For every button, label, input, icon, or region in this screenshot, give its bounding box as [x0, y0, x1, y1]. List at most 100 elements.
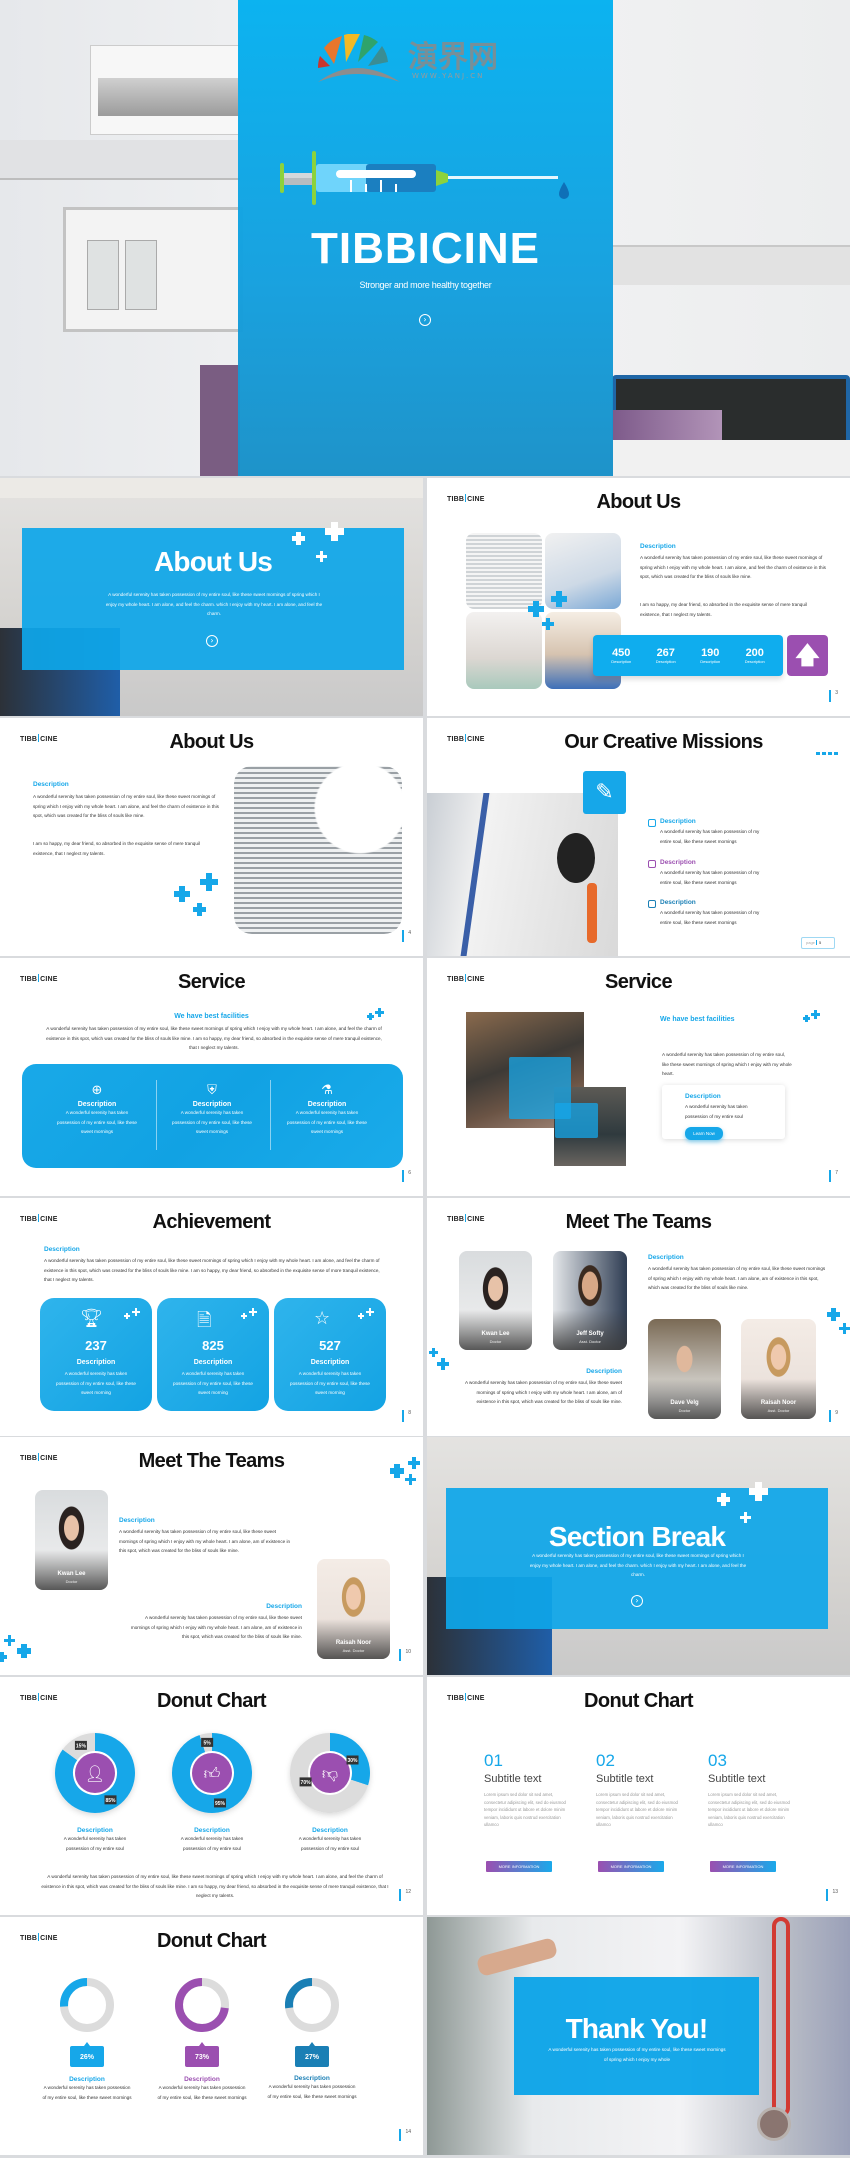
achievement-card: 🏆︎ 237 Description A wonderful serenity … [40, 1298, 152, 1411]
ring-value-arc [285, 1978, 313, 2009]
trophy-icon: 🏆︎ [80, 1308, 103, 1329]
subtitle: We have best facilities [660, 1016, 735, 1023]
plus-icon [437, 1358, 449, 1370]
donut-description: Description A wonderful serenity has take… [63, 1827, 127, 1851]
presentation-title: TIBBICINE [311, 224, 540, 273]
blue-overlay [555, 1103, 598, 1138]
plus-icon [249, 1308, 257, 1316]
hero-body: A wonderful serenity has taken possessio… [105, 592, 323, 616]
plus-icon [528, 601, 544, 617]
plus-icon [408, 1457, 420, 1469]
plus-icon [542, 618, 554, 630]
plus-icon [827, 1308, 840, 1321]
team-member-card: Dave Velg Doctor [648, 1319, 721, 1419]
more-information-button[interactable]: MORE INFORMATION [598, 1861, 664, 1872]
slide-about-stats: TIBB CINE About Us Description A wonderfu… [427, 478, 850, 716]
stat-item: 267 Description [655, 647, 676, 664]
plus-icon [292, 532, 305, 545]
flask-icon: ⚗ [321, 1083, 333, 1098]
badge-pointer [309, 2042, 315, 2046]
more-information-button[interactable]: MORE INFORMATION [710, 1861, 776, 1872]
chevron-right-circle-icon[interactable]: › [631, 1595, 643, 1607]
plus-icon [429, 1348, 438, 1357]
info-card: Description A wonderful serenity has tak… [662, 1085, 785, 1139]
doctor-photo [427, 793, 618, 956]
info-column: 01 Subtitle text Lorem ipsum sed dolor s… [484, 1751, 566, 1827]
achievement-card: 🗎 825 Description A wonderful serenity h… [157, 1298, 269, 1411]
plus-icon [749, 1482, 768, 1501]
more-information-button[interactable]: MORE INFORMATION [486, 1861, 552, 1872]
slide-title: Donut Chart [584, 1690, 694, 1712]
chevron-right-circle-icon[interactable]: › [206, 635, 218, 647]
minus-box-icon [648, 819, 656, 827]
team-member-card: Raisah Noor Asst. Doctor [317, 1559, 390, 1659]
plus-icon [325, 522, 344, 541]
document-icon: 🗎 [197, 1310, 212, 1331]
plus-icon [811, 1010, 820, 1019]
plus-icon [839, 1323, 850, 1334]
dots-decoration [816, 752, 838, 755]
user-icon: 👤︎ [85, 1764, 105, 1783]
syringe-icon [280, 151, 569, 205]
slide-teams-2: TIBB CINE Meet The Teams Kwan Lee Doctor D… [0, 1437, 423, 1675]
description-heading-2: Description [266, 1603, 302, 1610]
ring-description: Description A wonderful serenity has take… [267, 2075, 357, 2099]
subtitle: We have best facilities [174, 1013, 249, 1020]
plus-icon [174, 886, 190, 902]
plus-icon [803, 1015, 810, 1022]
title-slide: 演界网 WWW.YANJ.CN TIBBICINE Stronger and m… [0, 0, 850, 476]
description-heading: Description [640, 543, 676, 550]
body-text: A wonderful serenity has taken possessio… [46, 1026, 382, 1050]
stat-item: 200 Description [744, 647, 765, 664]
slide-service-2: TIBB CINE Service We have best facilities… [427, 958, 850, 1196]
slide-donut-2: TIBB CINE Donut Chart 01 Subtitle text Lo… [427, 1677, 850, 1915]
page-number: 12 [399, 1889, 411, 1901]
logo-url-text: WWW.YANJ.CN [412, 72, 485, 80]
stats-bar: 450 Description 267 Description 190 Descrip… [593, 635, 783, 676]
feature-item: ⊕ Description A wonderful serenity has t… [48, 1083, 146, 1137]
logo-mark-icon [317, 34, 400, 82]
plus-icon [0, 1652, 7, 1662]
star-icon: ☆ [314, 1308, 331, 1329]
slide-donut-1: TIBB CINE Donut Chart 👤︎ 85% 15% 👍︎ 95% 5% 👎︎ 30… [0, 1677, 423, 1915]
ring-value-label: 73% [195, 2054, 210, 2061]
description-text-2: I am so happy, my dear friend, so absorb… [640, 602, 807, 617]
plus-icon [367, 1013, 374, 1020]
description-text: A wonderful serenity has taken possessio… [648, 1266, 826, 1290]
slide-service-1: TIBB CINE Service We have best facilities… [0, 958, 423, 1196]
donut-remainder-label: 5% [204, 1740, 212, 1746]
page-number: 4 [402, 930, 411, 942]
description-text: A wonderful serenity has taken possessio… [640, 555, 826, 579]
plus-icon [551, 591, 567, 607]
ring-chart-group: 26% 73% 27% [60, 1978, 339, 2067]
feature-item: ⚗ Description A wonderful serenity has t… [278, 1083, 376, 1137]
learn-now-button[interactable]: Learn Now [685, 1127, 723, 1140]
slide-title: About Us [596, 491, 681, 513]
slide-title: Service [178, 971, 246, 993]
arrow-up-button[interactable]: 🡅 [787, 635, 828, 676]
building-photo [466, 533, 542, 609]
plus-icon [193, 903, 206, 916]
plus-icon [390, 1464, 404, 1478]
description-text-2: I am so happy, my dear friend, so absorb… [33, 841, 200, 856]
ring-value-label: 26% [80, 2054, 95, 2061]
stat-item: 190 Description [700, 647, 721, 664]
plus-icon [4, 1635, 15, 1646]
team-member-card: Kwan Lee Doctor [459, 1251, 532, 1350]
description-text: A wonderful serenity has taken possessio… [119, 1529, 291, 1553]
body-text: A wonderful serenity has taken possessio… [44, 1258, 380, 1282]
donut-remainder-label: 15% [76, 1743, 87, 1749]
chevron-right-circle-icon[interactable]: › [419, 314, 431, 326]
badge-pointer [84, 2042, 90, 2046]
plus-icon [17, 1644, 31, 1658]
tagline: Stronger and more healthy together [359, 280, 492, 290]
slide-donut-3: TIBB CINE Donut Chart 26% 73% 27% Descripti… [0, 1917, 423, 2155]
page-indicator: page 5 [801, 937, 835, 949]
slide-missions: TIBB CINE Our Creative Missions ✎ Descrip… [427, 718, 850, 956]
feature-item: ⛨ Description A wonderful serenity has t… [163, 1083, 261, 1137]
description-heading-2: Description [586, 1368, 622, 1375]
body-text: A wonderful serenity has taken possessio… [41, 1874, 389, 1898]
page-number: 13 [826, 1889, 838, 1901]
thanks-title: Thank You! [565, 2013, 709, 2044]
background-photo [475, 1936, 559, 1978]
